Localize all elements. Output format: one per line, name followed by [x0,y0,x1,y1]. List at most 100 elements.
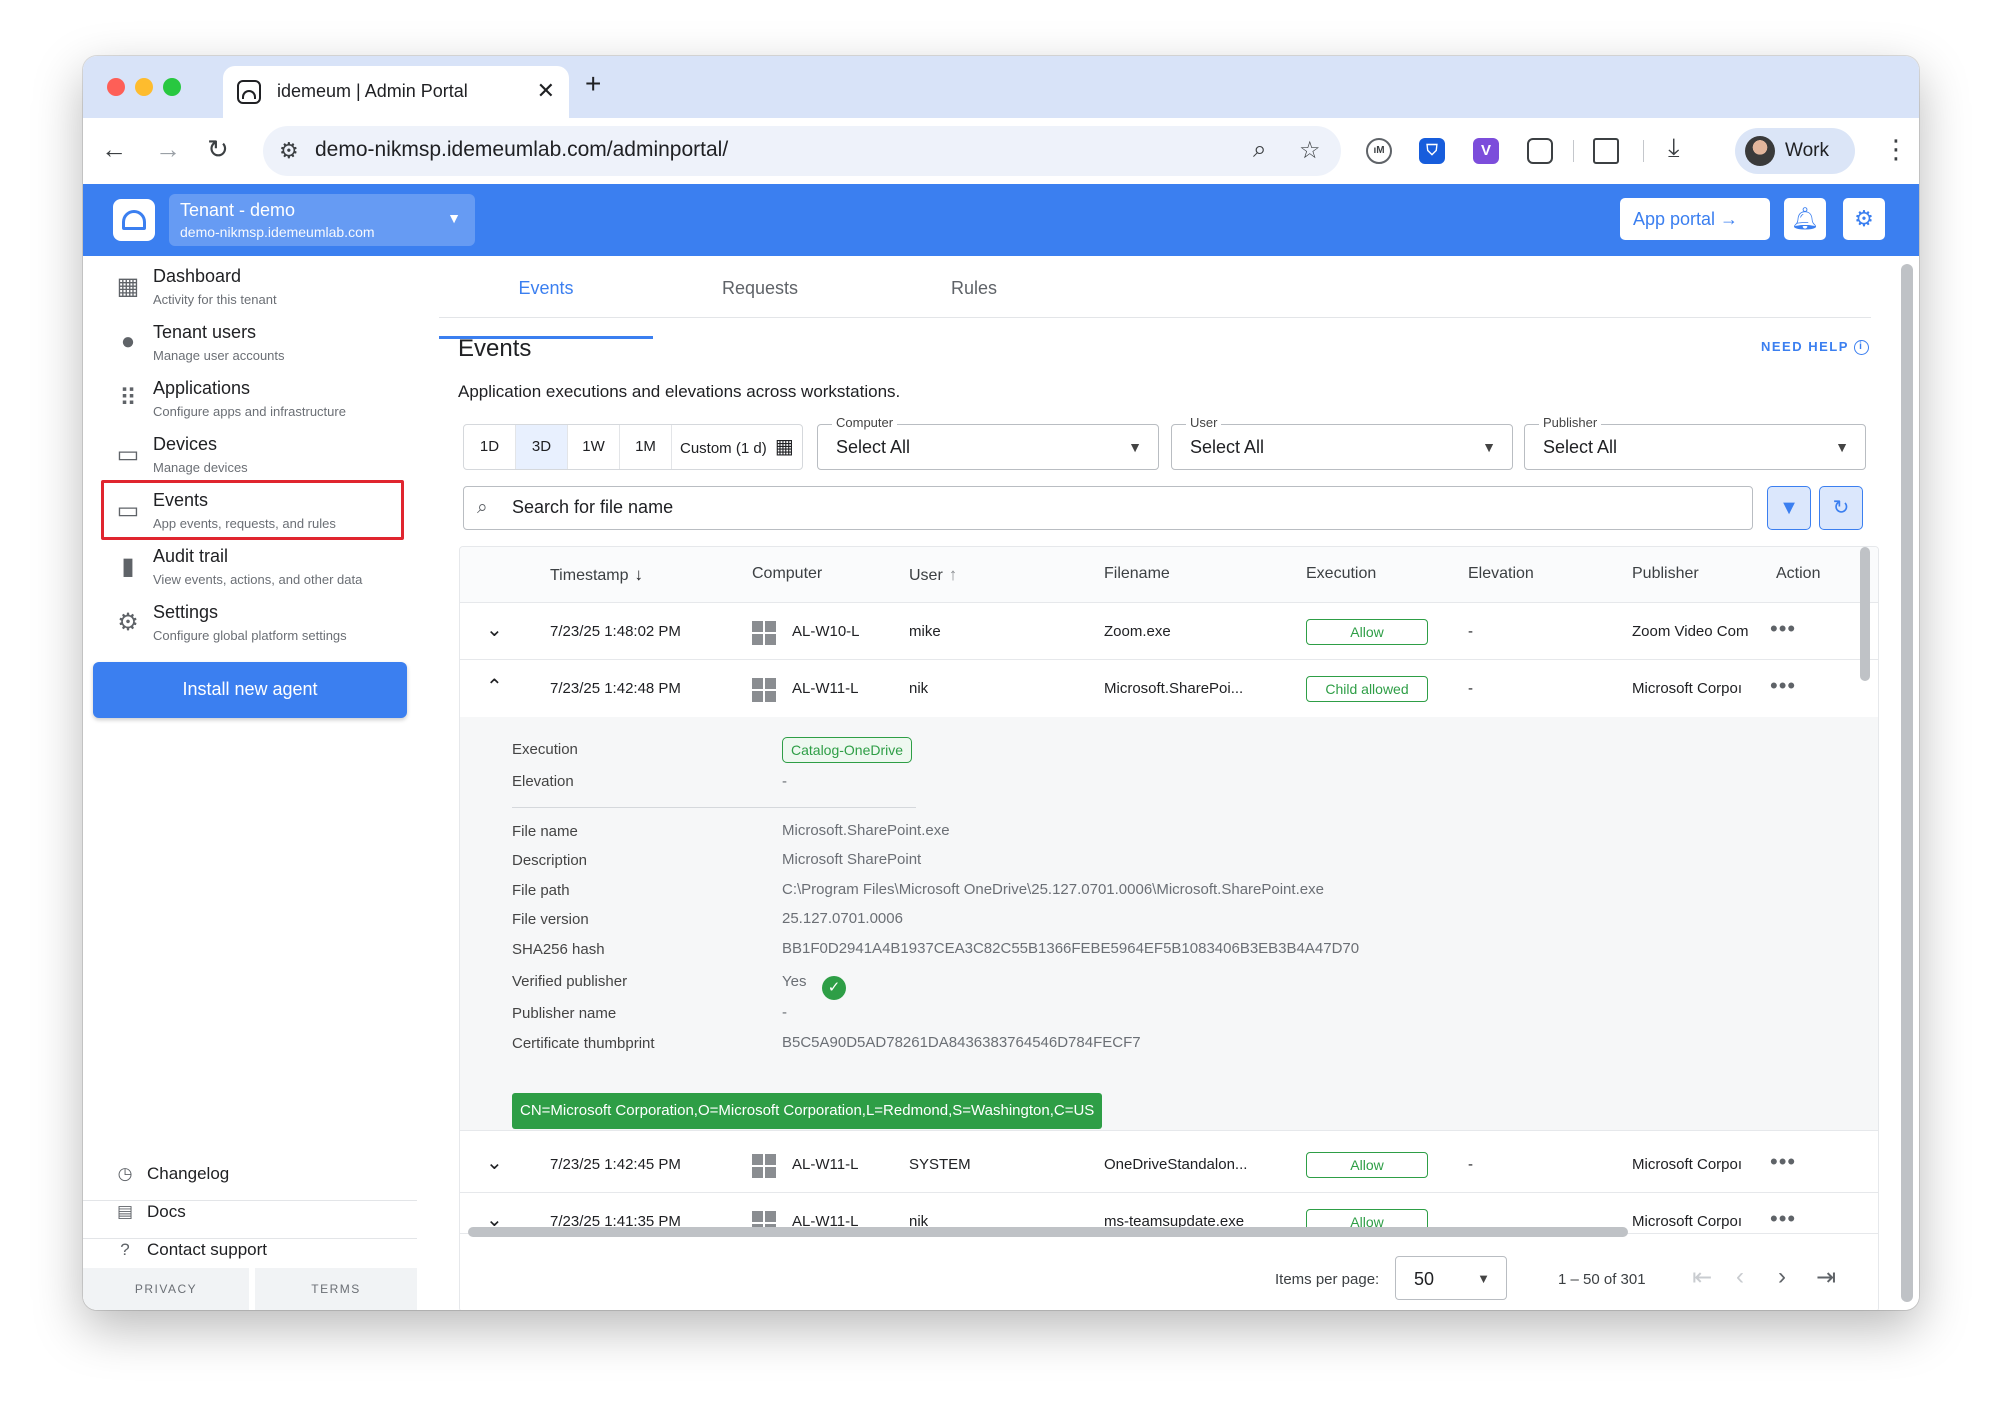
column-filename[interactable]: Filename [1104,565,1170,583]
profile-label: Work [1785,140,1829,161]
cell-filename: Zoom.exe [1104,623,1171,640]
minimize-window-button[interactable] [135,78,153,96]
tab-search-icon[interactable] [1593,138,1619,164]
filter-button[interactable]: ▼ [1767,486,1811,530]
tenant-switcher[interactable]: Tenant - demo demo-nikmsp.idemeumlab.com… [169,194,475,246]
app-portal-button[interactable]: App portal → [1620,198,1770,240]
back-arrow-icon[interactable]: ← [101,134,127,165]
refresh-button[interactable]: ↻ [1819,486,1863,530]
tab-events[interactable]: Events [439,278,653,339]
page-size-select[interactable]: 50 ▼ [1395,1256,1507,1300]
info-icon: i [1853,340,1869,356]
privacy-link[interactable]: PRIVACY [83,1268,249,1310]
docs-link[interactable]: ▤ Docs [113,1202,186,1222]
v-extension-icon[interactable]: V [1473,138,1499,164]
table-row[interactable]: ⌄ 7/23/25 1:42:45 PM AL-W11-L SYSTEM One… [460,1137,1878,1193]
cell-elevation: - [1468,623,1473,640]
chevron-up-icon[interactable]: ⌃ [486,674,503,699]
tab-rules[interactable]: Rules [867,278,1081,299]
table-vertical-scrollbar[interactable] [1860,547,1870,681]
contact-support-label: Contact support [147,1240,268,1259]
column-user[interactable]: User ↑ [909,565,957,585]
close-window-button[interactable] [107,78,125,96]
more-actions-icon[interactable]: ••• [1770,1149,1796,1175]
idemeum-logo[interactable] [113,199,155,241]
detail-label: Publisher name [512,1005,617,1022]
browser-menu-icon[interactable]: ⋮ [1883,134,1909,165]
sidebar-item-applications[interactable]: ⠿ Applications Configure apps and infras… [83,370,423,426]
range-1m-button[interactable]: 1M [620,425,672,469]
column-execution[interactable]: Execution [1306,565,1376,583]
user-select[interactable]: User Select All ▼ [1171,415,1513,470]
tab-requests[interactable]: Requests [653,278,867,299]
bookmark-star-icon[interactable]: ☆ [1299,136,1321,165]
page-vertical-scrollbar[interactable] [1901,264,1913,1302]
forward-arrow-icon[interactable]: → [155,134,181,165]
user-select-label: User [1186,415,1222,430]
column-computer[interactable]: Computer [752,565,822,583]
range-1w-button[interactable]: 1W [568,425,620,469]
horizontal-scrollbar[interactable] [468,1227,1628,1237]
column-label: Execution [1306,565,1377,582]
puzzle-icon[interactable] [1527,138,1553,164]
sidebar-item-dashboard[interactable]: ▦ Dashboard Activity for this tenant [83,258,423,314]
more-actions-icon[interactable]: ••• [1770,616,1796,642]
first-page-icon[interactable]: ⇤ [1692,1263,1712,1292]
last-page-icon[interactable]: ⇥ [1816,1263,1836,1292]
close-tab-icon[interactable]: ✕ [537,78,555,104]
sidebar-item-tenant-users[interactable]: ● Tenant users Manage user accounts [83,314,423,370]
chevron-down-icon[interactable]: ⌄ [486,1150,503,1175]
catalog-badge: Catalog-OneDrive [782,737,913,763]
tab-title: idemeum | Admin Portal [277,81,468,101]
range-3d-button[interactable]: 3D [516,425,568,469]
column-publisher[interactable]: Publisher [1632,565,1699,583]
computer-select[interactable]: Computer Select All ▼ [817,415,1159,470]
publisher-select[interactable]: Publisher Select All ▼ [1524,415,1866,470]
docs-label: Docs [147,1202,186,1221]
windows-icon [752,621,776,645]
zoom-icon[interactable]: ⌕ [1253,136,1266,164]
range-custom-label: Custom (1 d) [680,440,767,457]
cell-timestamp: 7/23/25 1:48:02 PM [550,623,681,640]
table-row[interactable]: ⌃ 7/23/25 1:42:48 PM AL-W11-L nik Micros… [460,661,1878,717]
chevron-down-icon[interactable]: ⌄ [486,617,503,642]
next-page-icon[interactable]: › [1778,1263,1786,1291]
sidebar-item-audit-trail[interactable]: ▮ Audit trail View events, actions, and … [83,538,423,594]
search-input[interactable] [512,497,1712,518]
maximize-window-button[interactable] [163,78,181,96]
detail-value: Yes [782,973,807,990]
address-bar[interactable]: ⚙ demo-nikmsp.idemeumlab.com/adminportal… [263,126,1341,176]
download-icon[interactable]: ⤓ [1668,132,1680,164]
url-text[interactable]: demo-nikmsp.idemeumlab.com/adminportal/ [315,138,728,162]
column-elevation[interactable]: Elevation [1468,565,1534,583]
new-tab-button[interactable]: + [585,68,601,100]
idm-extension-icon[interactable]: ıM [1366,138,1392,164]
sidebar-item-settings[interactable]: ⚙ Settings Configure global platform set… [83,594,423,650]
more-actions-icon[interactable]: ••• [1770,673,1796,699]
browser-tab[interactable]: idemeum | Admin Portal ✕ [223,66,569,118]
table-row[interactable]: ⌄ 7/23/25 1:48:02 PM AL-W10-L mike Zoom.… [460,604,1878,660]
cell-timestamp: 7/23/25 1:42:48 PM [550,680,681,697]
profile-button[interactable]: Work [1735,128,1855,174]
reload-icon[interactable]: ↻ [207,134,229,165]
detail-label: SHA256 hash [512,941,605,958]
settings-gear-icon[interactable]: ⚙ [1843,198,1885,240]
range-1d-button[interactable]: 1D [464,425,516,469]
notifications-bell-icon[interactable]: 🔔︎ [1784,198,1826,240]
column-timestamp[interactable]: Timestamp ↓ [550,565,643,585]
previous-page-icon[interactable]: ‹ [1736,1263,1744,1291]
main-content: Events Requests Rules Events NEED HELP i… [423,256,1919,1310]
more-actions-icon[interactable]: ••• [1770,1206,1796,1232]
terms-link[interactable]: TERMS [255,1268,417,1310]
contact-support-link[interactable]: ? Contact support [113,1240,267,1260]
install-agent-button[interactable]: Install new agent [93,662,407,718]
search-icon: ⌕ [477,497,488,518]
changelog-link[interactable]: ◷ Changelog [113,1164,230,1184]
cell-elevation: - [1468,1156,1473,1173]
sidebar-item-devices[interactable]: ▭ Devices Manage devices [83,426,423,482]
execution-badge: Allow [1306,619,1428,645]
bitwarden-icon[interactable]: ⛉ [1419,138,1445,164]
need-help-link[interactable]: NEED HELP i [1761,339,1869,356]
site-settings-icon[interactable]: ⚙ [279,138,299,164]
range-custom-button[interactable]: Custom (1 d) ▦ [672,425,802,469]
